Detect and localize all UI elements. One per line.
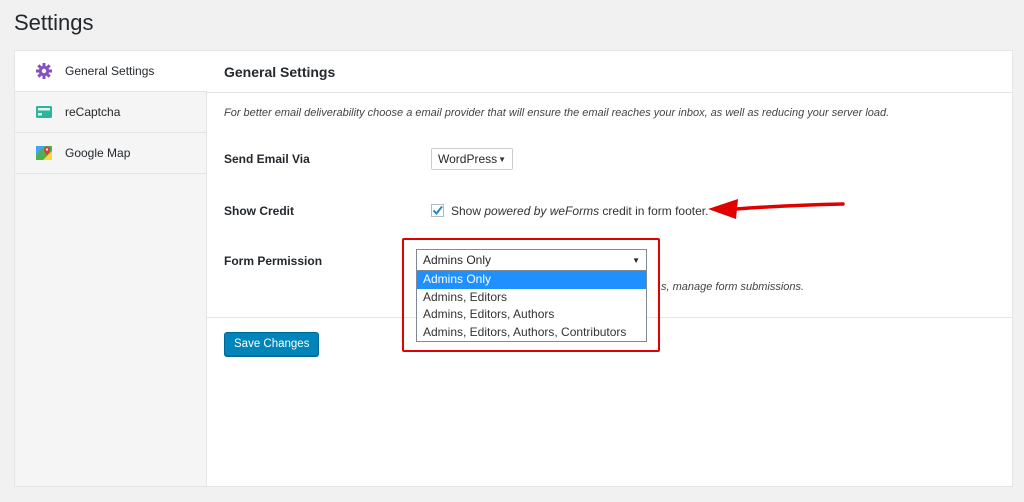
section-title: General Settings bbox=[207, 51, 1012, 93]
save-changes-button[interactable]: Save Changes bbox=[224, 332, 320, 356]
send-email-select[interactable]: WordPress ▼ bbox=[431, 148, 513, 170]
form-permission-help: s, manage form submissions. bbox=[661, 281, 805, 293]
credit-prefix: Show bbox=[451, 204, 485, 218]
check-icon bbox=[432, 205, 443, 216]
send-email-value: WordPress bbox=[438, 152, 498, 166]
recaptcha-icon bbox=[35, 103, 53, 121]
send-email-label: Send Email Via bbox=[224, 152, 310, 166]
map-icon bbox=[35, 144, 53, 162]
red-arrow-annotation bbox=[708, 199, 845, 219]
caret-down-icon: ▼ bbox=[498, 154, 506, 164]
settings-sidebar: General Settings reCaptcha Google Map bbox=[15, 51, 207, 486]
show-credit-label: Show Credit bbox=[224, 204, 295, 218]
form-permission-label: Form Permission bbox=[224, 254, 323, 268]
section-description: For better email deliverability choose a… bbox=[224, 107, 890, 119]
sidebar-item-general-settings[interactable]: General Settings bbox=[15, 51, 207, 92]
sidebar-item-label: reCaptcha bbox=[65, 105, 121, 119]
sidebar-item-recaptcha[interactable]: reCaptcha bbox=[15, 92, 206, 133]
sidebar-item-google-map[interactable]: Google Map bbox=[15, 133, 206, 174]
sidebar-item-label: General Settings bbox=[65, 64, 155, 78]
show-credit-text: Show powered by weForms credit in form f… bbox=[451, 204, 708, 218]
credit-emphasis: powered by weForms bbox=[484, 204, 600, 218]
sidebar-item-label: Google Map bbox=[65, 146, 131, 160]
page-title: Settings bbox=[14, 10, 94, 35]
show-credit-checkbox[interactable] bbox=[431, 204, 444, 217]
credit-suffix: credit in form footer. bbox=[599, 204, 709, 218]
gear-icon bbox=[35, 62, 53, 80]
highlight-box bbox=[402, 238, 660, 352]
